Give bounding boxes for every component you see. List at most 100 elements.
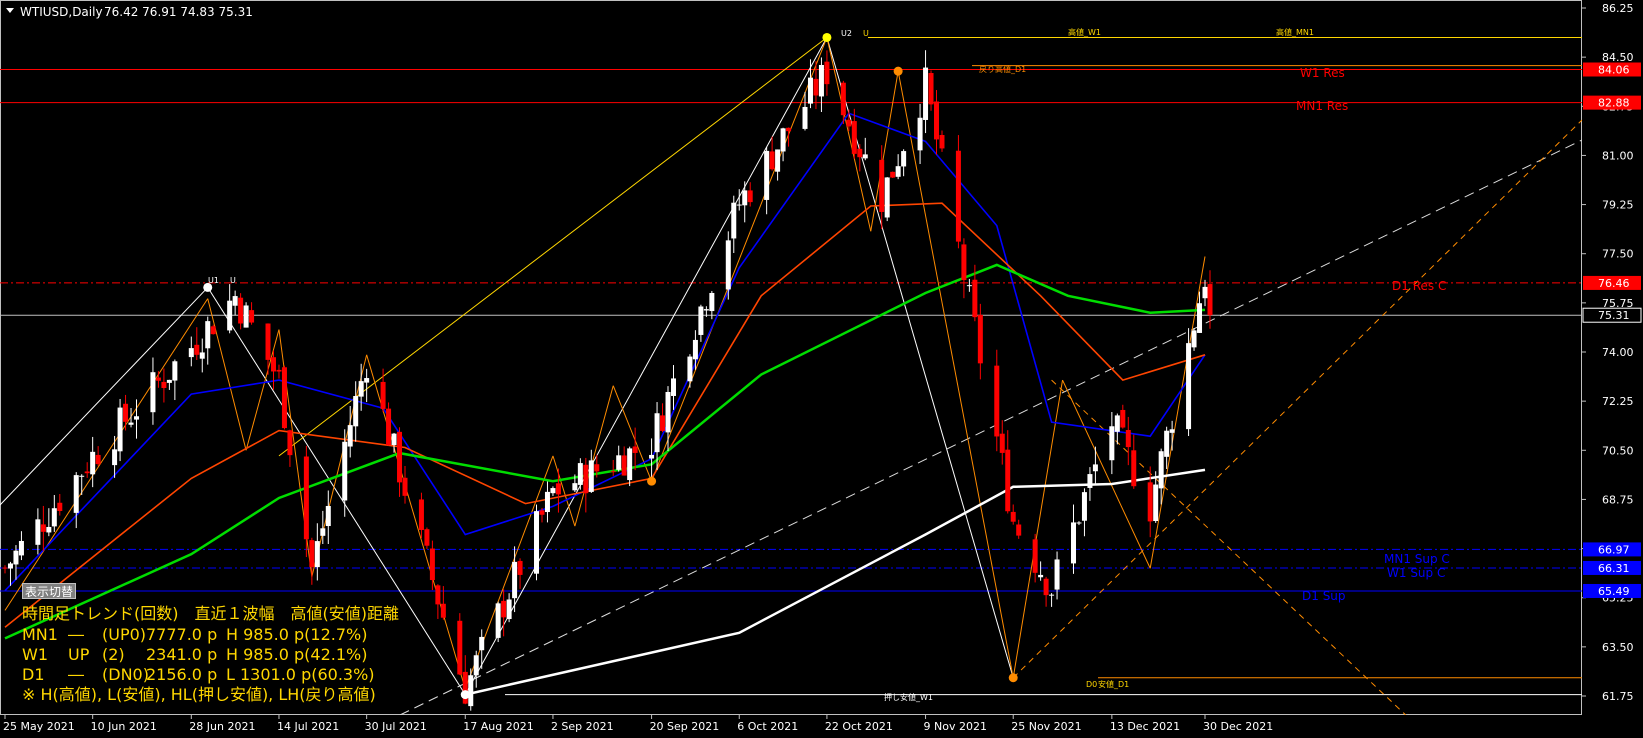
- candle-body: [1005, 449, 1011, 512]
- moving-average-line: [4, 263, 1206, 640]
- price-tick-label: 86.25: [1602, 2, 1634, 15]
- candle-body: [281, 367, 287, 429]
- candle-body: [353, 395, 359, 427]
- candle-body: [703, 309, 709, 311]
- label-pullback-low-w1: 押し安値_W1: [884, 692, 933, 702]
- candle-body: [901, 151, 907, 167]
- price-tick-label: 79.25: [1602, 199, 1634, 212]
- time-tick-label: 22 Oct 2021: [825, 720, 893, 733]
- level-price-badge-text: 82.88: [1598, 97, 1630, 110]
- candle-body: [265, 323, 271, 360]
- candle-body: [577, 463, 583, 485]
- candle-body: [517, 560, 523, 575]
- candle-body: [7, 563, 13, 569]
- label-high-mn1: 高値_MN1: [1276, 27, 1314, 37]
- time-tick-label: 14 Jul 2021: [277, 720, 339, 733]
- candle-body: [807, 77, 813, 104]
- trend-info-panel: 時間足トレンド(回数) 直近１波幅 高値(安値)距離 MN1 ― (UP0) 7…: [22, 604, 399, 704]
- candle-body: [939, 135, 945, 149]
- candle-body: [380, 381, 386, 409]
- candle-body: [391, 433, 397, 446]
- info-row-w1-dir: UP: [68, 645, 90, 664]
- time-tick-label: 20 Sep 2021: [650, 720, 720, 733]
- menu-triangle-icon[interactable]: [6, 8, 14, 13]
- candle-body: [188, 348, 194, 358]
- candle-body: [243, 305, 249, 328]
- candle-body: [555, 483, 561, 495]
- price-tick-label: 70.50: [1602, 444, 1634, 457]
- candle-body: [90, 451, 96, 475]
- candle-body: [1016, 524, 1022, 536]
- info-row-mn1-count: (UP0): [102, 625, 146, 644]
- candle-body: [840, 82, 846, 116]
- candle-body: [895, 166, 901, 177]
- candle-body: [479, 636, 485, 651]
- candle-body: [232, 296, 238, 306]
- time-tick-label: 25 Nov 2021: [1011, 720, 1081, 733]
- candle-body: [397, 431, 403, 483]
- candle-body: [955, 150, 961, 242]
- candle-body: [934, 101, 940, 140]
- candle-body: [1043, 578, 1049, 596]
- candle-body: [1186, 343, 1192, 430]
- level-label-d1-sup: D1 Sup: [1302, 589, 1346, 603]
- time-tick-label: 13 Dec 2021: [1110, 720, 1180, 733]
- candle-body: [654, 413, 660, 453]
- level-price-badge-text: 76.46: [1598, 277, 1630, 290]
- trendline-white-up: [464, 37, 828, 695]
- candle-body: [51, 508, 57, 527]
- candle-body: [627, 448, 633, 481]
- candle-body: [709, 292, 715, 312]
- trendline-white-dashed: [399, 139, 1582, 715]
- candle-body: [512, 561, 518, 599]
- candle-body: [1114, 415, 1120, 432]
- level-label-w1-res: W1 Res: [1300, 66, 1345, 80]
- info-row-d1-tf: D1: [22, 665, 45, 684]
- price-tick-label: 61.75: [1602, 690, 1634, 703]
- info-row-mn1-tf: MN1: [22, 625, 58, 644]
- display-toggle-button[interactable]: 表示切替: [22, 583, 76, 599]
- candle-body: [928, 73, 934, 105]
- candle-body: [742, 190, 748, 206]
- moving-average-line: [4, 112, 1206, 592]
- candle-body: [890, 171, 896, 178]
- candle-body: [1120, 409, 1126, 428]
- time-tick-label: 25 May 2021: [3, 720, 75, 733]
- candle-body: [1076, 522, 1082, 524]
- candle-body: [473, 655, 479, 676]
- candle-body: [194, 344, 200, 355]
- candle-body: [544, 491, 550, 513]
- price-tick-label: 77.50: [1602, 248, 1634, 261]
- label-u1-right: U: [230, 276, 236, 285]
- candle-body: [966, 285, 972, 287]
- candle-body: [342, 441, 348, 501]
- candle-body: [884, 177, 890, 218]
- pivot-marker-pullback-high: [893, 66, 903, 76]
- candle-body: [660, 415, 666, 431]
- candle-body: [13, 550, 19, 565]
- info-header: 時間足トレンド(回数) 直近１波幅 高値(安値)距離: [22, 604, 399, 623]
- candle-body: [961, 244, 967, 281]
- candle-body: [18, 540, 24, 556]
- candle-body: [813, 78, 819, 96]
- pivot-marker-orange-low: [647, 476, 657, 486]
- candle-body: [276, 369, 282, 372]
- candle-body: [270, 357, 276, 372]
- price-chart[interactable]: 86.2584.5082.7581.0079.2577.5075.7574.00…: [0, 0, 1643, 738]
- candle-body: [572, 483, 578, 491]
- label-low-d1: 安値_D1: [1098, 679, 1129, 689]
- candle-body: [402, 477, 408, 496]
- price-tick-label: 68.75: [1602, 493, 1634, 506]
- candle-body: [1169, 429, 1175, 433]
- candle-body: [879, 159, 885, 212]
- candle-body: [506, 599, 512, 620]
- chart-ohlc: 76.42 76.91 74.83 75.31: [104, 5, 253, 19]
- candle-body: [862, 154, 868, 159]
- time-tick-label: 2 Sep 2021: [551, 720, 614, 733]
- candle-body: [418, 499, 424, 530]
- candle-body: [780, 128, 786, 152]
- zigzag-segment: [245, 329, 280, 451]
- time-tick-label: 30 Jul 2021: [365, 720, 427, 733]
- candle-body: [731, 202, 737, 239]
- zigzag-segment: [1149, 256, 1206, 569]
